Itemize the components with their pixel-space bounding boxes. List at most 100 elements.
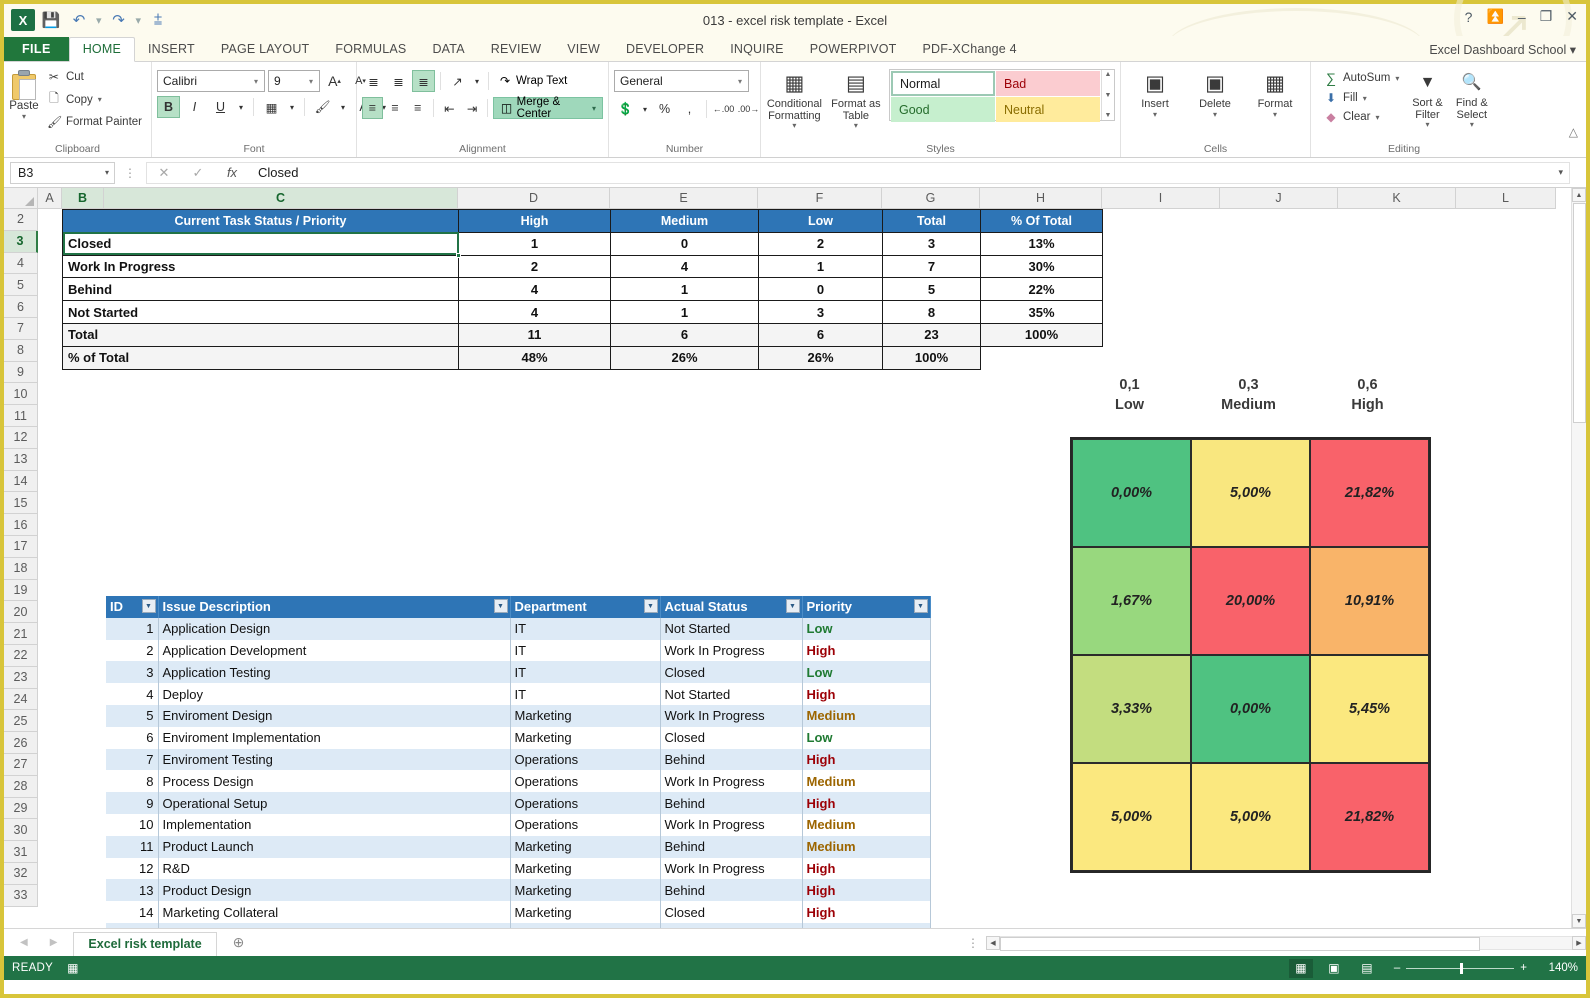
cell-styles-gallery[interactable]: Normal Bad Good Neutral ▲ ▼ ▼ [889, 69, 1115, 122]
cell-description[interactable]: Enviroment Design [158, 704, 511, 727]
undo-icon[interactable]: ↶ [66, 8, 92, 32]
row-header-13[interactable]: 13 [4, 448, 38, 471]
tab-insert[interactable]: INSERT [135, 38, 208, 61]
cell-department[interactable]: Marketing [510, 704, 661, 727]
paste-dropdown-icon[interactable]: ▾ [22, 112, 26, 121]
issues-col-priority[interactable]: Priority ▼ [802, 596, 931, 618]
clear-button[interactable]: ◆ Clear ▾ [1320, 108, 1403, 126]
normal-view-icon[interactable]: ▦ [1288, 958, 1313, 978]
horizontal-scroll-thumb[interactable] [1000, 936, 1480, 951]
summary-row[interactable]: Behind 4 1 0 5 22% [62, 277, 1103, 302]
summary-cell-high[interactable]: 1 [458, 231, 611, 256]
table-row[interactable]: 5 Enviroment Design Marketing Work In Progr… [106, 704, 931, 727]
row-header-4[interactable]: 4 [4, 252, 38, 275]
undo-dropdown-icon[interactable]: ▾ [94, 14, 104, 27]
row-header-25[interactable]: 25 [4, 710, 38, 733]
summary-cell-pct[interactable]: 100% [980, 322, 1103, 347]
vertical-scroll-thumb[interactable] [1572, 203, 1586, 423]
summary-cell-low[interactable]: 3 [758, 300, 883, 324]
cell-status[interactable]: Work In Progress [660, 770, 803, 793]
summary-cell-medium[interactable]: 1 [610, 300, 759, 324]
align-middle-icon[interactable]: ≣ [387, 70, 410, 92]
cell-priority[interactable]: Low [802, 661, 931, 684]
page-break-preview-icon[interactable]: ▤ [1355, 959, 1379, 978]
filter-dropdown-icon[interactable]: ▼ [913, 599, 928, 613]
column-header-j[interactable]: J [1220, 188, 1338, 209]
cell-description[interactable]: Implementation [158, 813, 511, 836]
tab-pdf-xchange[interactable]: PDF-XChange 4 [909, 38, 1029, 61]
summary-cell-total[interactable]: 5 [882, 277, 981, 302]
scroll-down-icon[interactable]: ▼ [1572, 914, 1586, 928]
summary-table[interactable]: Current Task Status / Priority High Medium… [62, 209, 1103, 370]
summary-cell-medium[interactable]: 0 [610, 231, 759, 256]
increase-font-size-icon[interactable]: A ▴ [323, 70, 346, 92]
previous-sheet-icon[interactable]: ◀ [20, 937, 28, 948]
help-icon[interactable]: ? [1465, 9, 1473, 25]
row-header-28[interactable]: 28 [4, 775, 38, 798]
collapse-ribbon-icon[interactable]: △ [1569, 125, 1578, 139]
cell-department[interactable]: Operations [510, 792, 661, 814]
styles-scroll-down-icon[interactable]: ▼ [1105, 92, 1112, 99]
zoom-thumb[interactable] [1460, 962, 1464, 974]
horizontal-scroll-track[interactable] [1000, 935, 1572, 951]
copy-button[interactable]: 🗋 Copy ▾ [43, 87, 146, 112]
cell-styles-scrollbar[interactable]: ▲ ▼ ▼ [1101, 70, 1114, 120]
table-row[interactable]: 4 Deploy IT Not Started High [106, 683, 931, 705]
align-right-icon[interactable]: ≡ [407, 97, 428, 119]
summary-row-label[interactable]: Not Started [62, 300, 459, 324]
align-center-icon[interactable]: ≡ [385, 97, 406, 119]
column-header-f[interactable]: F [758, 188, 882, 209]
minimize-icon[interactable]: – [1518, 9, 1526, 25]
row-header-27[interactable]: 27 [4, 753, 38, 776]
cut-button[interactable]: ✂ Cut [43, 68, 146, 86]
summary-cell-total[interactable]: 3 [882, 231, 981, 256]
decrease-indent-icon[interactable]: ⇤ [439, 97, 460, 119]
tab-file[interactable]: FILE [4, 37, 69, 61]
format-as-table-dropdown-icon[interactable]: ▾ [854, 121, 858, 130]
cell-department[interactable]: IT [510, 683, 661, 705]
cell-department[interactable]: Operations [510, 813, 661, 836]
row-header-5[interactable]: 5 [4, 274, 38, 297]
cell-id[interactable]: 14 [106, 901, 159, 923]
format-painter-button[interactable]: 🖌 Format Painter [43, 113, 146, 131]
cell-description[interactable]: Application Design [158, 617, 511, 640]
cell-description[interactable]: Product Design [158, 879, 511, 902]
tab-page-layout[interactable]: PAGE LAYOUT [208, 38, 323, 61]
find-select-dropdown-icon[interactable]: ▾ [1470, 120, 1474, 129]
tab-formulas[interactable]: FORMULAS [322, 38, 419, 61]
cell-id[interactable]: 9 [106, 792, 159, 814]
summary-row[interactable]: Closed 1 0 2 3 13% [62, 231, 1103, 258]
row-header-32[interactable]: 32 [4, 862, 38, 885]
cell-priority[interactable]: Medium [802, 813, 931, 836]
cell-department[interactable]: Operations [510, 748, 661, 771]
table-row[interactable]: 8 Process Design Operations Work In Progres… [106, 770, 931, 793]
row-header-29[interactable]: 29 [4, 797, 38, 820]
tab-powerpivot[interactable]: POWERPIVOT [797, 38, 910, 61]
row-header-14[interactable]: 14 [4, 470, 38, 493]
italic-button[interactable]: I [183, 96, 206, 118]
paste-button[interactable]: Paste ▾ [9, 68, 39, 121]
fill-color-icon[interactable]: 🖌 [311, 96, 334, 118]
cell-department[interactable]: Marketing [510, 901, 661, 923]
cell-department[interactable]: IT [510, 639, 661, 662]
column-header-c[interactable]: C [104, 188, 458, 209]
cell-department[interactable]: Marketing [510, 879, 661, 902]
table-row[interactable]: 14 Marketing Collateral Marketing Closed Hig… [106, 901, 931, 923]
summary-cell-medium[interactable]: 26% [610, 345, 759, 370]
decrease-decimal-icon[interactable]: .00→ [737, 98, 760, 120]
next-sheet-icon[interactable]: ▶ [50, 937, 58, 948]
zoom-in-icon[interactable]: + [1520, 962, 1527, 974]
cell-id[interactable]: 3 [106, 661, 159, 684]
tab-view[interactable]: VIEW [554, 38, 613, 61]
cell-department[interactable]: Marketing [510, 857, 661, 880]
select-all-corner[interactable] [4, 188, 38, 209]
cell-id[interactable]: 10 [106, 813, 159, 836]
row-header-11[interactable]: 11 [4, 405, 38, 427]
issues-col-id[interactable]: ID ▼ [106, 596, 159, 618]
font-name-dropdown-icon[interactable]: ▾ [250, 77, 262, 86]
cell-priority[interactable]: High [802, 857, 931, 880]
expand-formula-bar-icon[interactable]: ▾ [1558, 167, 1569, 178]
cell-priority[interactable]: Medium [802, 704, 931, 727]
row-header-23[interactable]: 23 [4, 666, 38, 689]
cell-priority[interactable]: Medium [802, 835, 931, 858]
